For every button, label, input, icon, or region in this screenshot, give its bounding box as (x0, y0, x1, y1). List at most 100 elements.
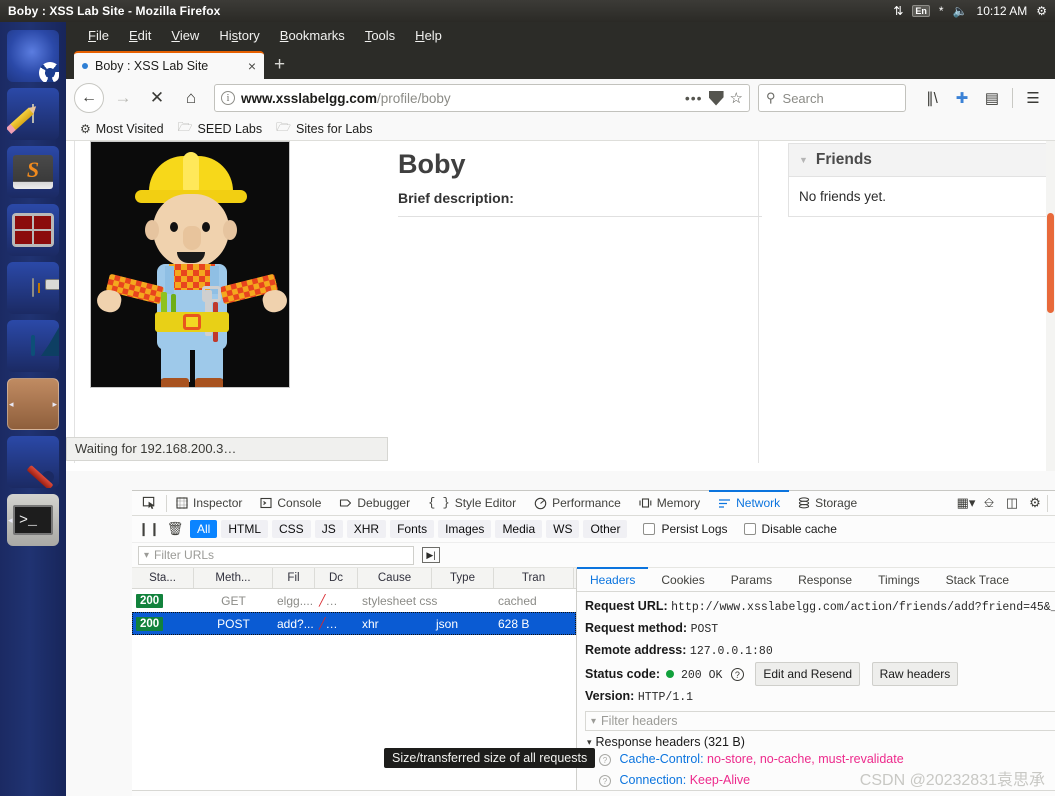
launcher-item-terminator[interactable] (7, 204, 59, 256)
chevron-down-icon[interactable]: ▼ (799, 155, 808, 165)
launcher-item-firefox[interactable]: ◂ ▸ (7, 378, 59, 430)
launcher-item-ubuntu-dash[interactable] (7, 30, 59, 82)
launcher-item-system-tools[interactable] (7, 436, 59, 488)
bookmark-most-visited[interactable]: ⚙ Most Visited (80, 122, 164, 136)
menu-view[interactable]: View (161, 26, 209, 45)
search-bar[interactable]: ⚲ Search (758, 84, 906, 112)
sidebar-icon[interactable]: ▤ (978, 84, 1006, 112)
checkbox-box[interactable] (743, 523, 756, 535)
table-row[interactable]: 200 GET elgg.... ╱… stylesheet css cache… (132, 589, 576, 612)
tab-xss-lab-site[interactable]: Boby : XSS Lab Site × (74, 51, 264, 79)
avatar[interactable] (90, 141, 290, 388)
library-icon[interactable]: ∥\ (918, 84, 946, 112)
filter-js[interactable]: JS (314, 520, 343, 538)
element-picker-icon[interactable] (132, 496, 166, 511)
filter-xhr[interactable]: XHR (346, 520, 387, 538)
checkbox-box[interactable] (643, 523, 656, 535)
column-header-method[interactable]: Meth... (194, 568, 273, 588)
new-tab-button[interactable]: + (264, 54, 295, 79)
url-filter-input[interactable]: ▾ Filter URLs (138, 545, 414, 565)
detail-tab-response[interactable]: Response (785, 568, 865, 591)
detail-tab-headers[interactable]: Headers (577, 567, 649, 591)
launcher-item-files[interactable] (7, 262, 59, 314)
filter-other[interactable]: Other (583, 520, 628, 538)
tab-performance[interactable]: Performance (525, 491, 630, 516)
filter-ws[interactable]: WS (546, 520, 580, 538)
tab-inspector[interactable]: Inspector (167, 491, 251, 516)
filter-css[interactable]: CSS (272, 520, 311, 538)
help-icon[interactable]: ? (599, 774, 611, 787)
site-info-icon[interactable]: i (221, 91, 235, 105)
menu-history[interactable]: History (209, 26, 269, 45)
column-header-file[interactable]: Fil (273, 568, 315, 588)
edit-and-resend-button[interactable]: Edit and Resend (755, 662, 861, 686)
page-scrollbar[interactable] (1046, 141, 1055, 471)
chevron-down-icon[interactable]: ▾ (587, 737, 592, 748)
dock-side-icon[interactable]: ◫ (1049, 492, 1055, 514)
clock[interactable]: 10:12 AM (977, 4, 1028, 18)
sync-account-icon[interactable]: ✚ (948, 84, 976, 112)
help-icon[interactable]: ? (730, 668, 744, 682)
play-in-box-icon[interactable]: ▶| (422, 547, 440, 563)
detail-tab-cookies[interactable]: Cookies (648, 568, 717, 591)
disable-cache-checkbox[interactable]: Disable cache (743, 522, 837, 536)
forward-button[interactable]: → (108, 83, 138, 113)
column-header-cause[interactable]: Cause (358, 568, 432, 588)
launcher-item-text-editor[interactable] (7, 88, 59, 140)
filter-fonts[interactable]: Fonts (390, 520, 435, 538)
split-console-icon[interactable]: ⎒ (978, 492, 1000, 514)
column-header-type[interactable]: Type (432, 568, 494, 588)
trash-icon[interactable]: 🗑 (164, 519, 186, 539)
hamburger-menu-icon[interactable]: ☰ (1019, 84, 1047, 112)
filter-media[interactable]: Media (495, 520, 543, 538)
home-button[interactable]: ⌂ (176, 83, 206, 113)
tab-memory[interactable]: Memory (630, 491, 709, 516)
menu-bookmarks[interactable]: Bookmarks (270, 26, 355, 45)
bookmark-seed-labs[interactable]: 🗁 SEED Labs (178, 118, 263, 139)
raw-headers-button[interactable]: Raw headers (871, 662, 959, 686)
detail-tab-timings[interactable]: Timings (865, 568, 933, 591)
bluetooth-icon[interactable]: * (939, 5, 944, 17)
menu-tools[interactable]: Tools (355, 26, 405, 45)
launcher-item-sublime-text[interactable]: S (7, 146, 59, 198)
page-scrollbar-thumb[interactable] (1047, 213, 1054, 313)
menu-edit[interactable]: Edit (119, 26, 161, 45)
bookmark-sites-for-labs[interactable]: 🗁 Sites for Labs (276, 118, 372, 139)
menu-file[interactable]: FFileile (78, 26, 119, 45)
address-bar[interactable]: i www.xsslabelgg.com/profile/boby ••• ☆ (214, 84, 750, 112)
settings-gear-icon[interactable]: ⚙ (1024, 492, 1046, 514)
star-icon[interactable]: ☆ (730, 89, 743, 107)
stop-button[interactable]: ✕ (142, 83, 172, 113)
headers-filter-input[interactable]: ▾ Filter headers (585, 711, 1055, 731)
persist-logs-checkbox[interactable]: Persist Logs (643, 522, 728, 536)
pocket-icon[interactable] (708, 90, 724, 106)
page-actions-icon[interactable]: ••• (685, 90, 703, 106)
menu-help[interactable]: Help (405, 26, 452, 45)
help-icon[interactable]: ? (599, 753, 611, 766)
tab-storage[interactable]: Storage (789, 491, 866, 516)
column-header-domain[interactable]: Dc (315, 568, 358, 588)
keyboard-layout-indicator[interactable]: En (912, 5, 930, 17)
filter-html[interactable]: HTML (221, 520, 269, 538)
launcher-item-wireshark[interactable] (7, 320, 59, 372)
detail-tab-params[interactable]: Params (718, 568, 785, 591)
response-headers-section-header[interactable]: ▾ Response headers (321 B) (585, 735, 1055, 749)
table-row[interactable]: 200 POST add?... ╱… xhr json 628 B (132, 612, 576, 635)
pause-icon[interactable]: ❙❙ (138, 519, 160, 539)
back-button[interactable]: ← (74, 83, 104, 113)
detail-tab-stack-trace[interactable]: Stack Trace (933, 568, 1022, 591)
responsive-design-mode-icon[interactable]: ▦▾ (955, 492, 977, 514)
column-header-transferred[interactable]: Tran (494, 568, 574, 588)
filter-images[interactable]: Images (438, 520, 492, 538)
tab-close-icon[interactable]: × (248, 58, 256, 74)
tab-network[interactable]: Network (709, 489, 790, 515)
friends-panel-header[interactable]: ▼ Friends (789, 144, 1055, 177)
volume-icon[interactable]: 🔈 (953, 5, 968, 17)
filter-all[interactable]: All (190, 520, 218, 538)
tab-style-editor[interactable]: { } Style Editor (419, 491, 525, 516)
launcher-item-terminal[interactable]: ◂ >_ (7, 494, 59, 546)
tab-debugger[interactable]: Debugger (330, 491, 419, 516)
power-gear-icon[interactable]: ⚙ (1036, 5, 1047, 17)
tab-console[interactable]: Console (251, 491, 330, 516)
network-updown-icon[interactable]: ⇅ (893, 5, 903, 17)
